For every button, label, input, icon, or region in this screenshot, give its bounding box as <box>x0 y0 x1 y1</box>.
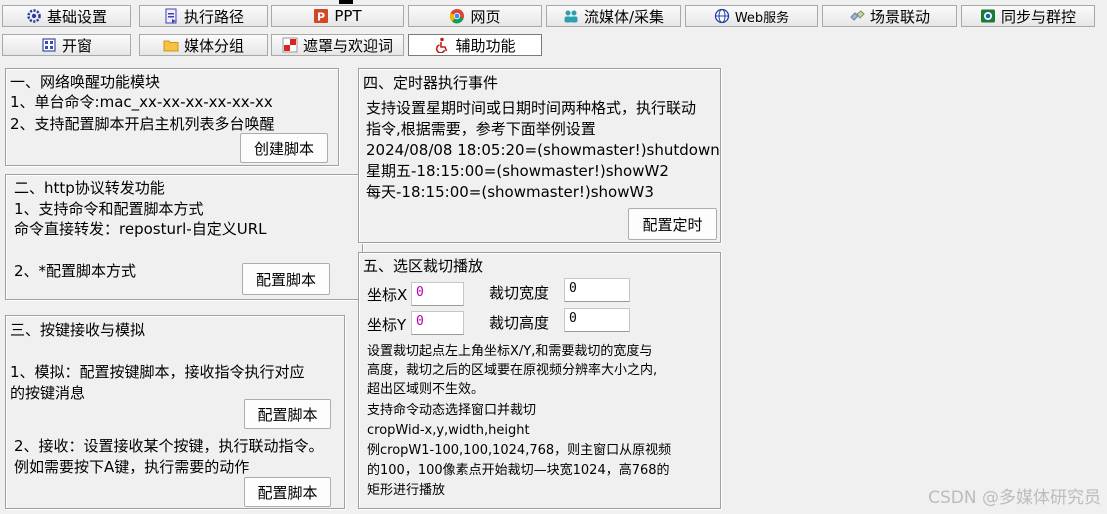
http-line-3: 2、*配置脚本方式 <box>14 262 137 280</box>
tab-exec-path[interactable]: 执行路径 <box>139 5 268 27</box>
tab-label: 媒体分组 <box>183 36 244 55</box>
svg-text:P: P <box>317 11 325 24</box>
tab-basic-settings[interactable]: 基础设置 <box>2 5 131 27</box>
http-config-script-button[interactable]: 配置脚本 <box>242 263 330 295</box>
scene-link-icon <box>849 8 865 24</box>
crop-desc-line: 例cropW1-100,100,1024,768，则主窗口从原视频 <box>367 443 672 458</box>
crop-height-input[interactable]: 0 <box>564 308 630 332</box>
crop-desc-line: 矩形进行播放 <box>367 483 446 498</box>
crop-title: 五、选区裁切播放 <box>363 257 484 275</box>
crop-y-label: 坐标Y <box>367 316 407 334</box>
tab-label: PPT <box>334 7 362 25</box>
watermark: CSDN @多媒体研究员 <box>928 488 1101 508</box>
create-script-button[interactable]: 创建脚本 <box>240 133 328 163</box>
streaming-people-icon <box>563 8 579 24</box>
tab-label: 同步与群控 <box>1000 7 1076 26</box>
timer-line-2: 指令,根据需要，参考下面举例设置 <box>366 120 596 138</box>
keys-sim-line-2: 的按键消息 <box>10 384 86 402</box>
tab-label: 基础设置 <box>46 7 107 26</box>
tab-label: 辅助功能 <box>455 36 516 55</box>
crop-desc-line: 超出区域则不生效。 <box>367 382 485 397</box>
crop-desc-line: cropWid-x,y,width,height <box>367 423 530 438</box>
wol-line-2: 2、支持配置脚本开启主机列表多台唤醒 <box>10 115 275 133</box>
config-timer-button[interactable]: 配置定时 <box>628 208 717 240</box>
tab-open-window[interactable]: 开窗 <box>2 34 131 56</box>
tab-scene-link[interactable]: 场景联动 <box>822 5 957 27</box>
timer-line-1: 支持设置星期时间或日期时间两种格式，执行联动 <box>366 99 697 117</box>
crop-desc-line: 设置裁切起点左上角坐标X/Y,和需要裁切的宽度与 <box>367 344 653 359</box>
keys-recv-line-1: 2、接收：设置接收某个按键，执行联动指令。 <box>14 437 324 455</box>
http-line-1: 1、支持命令和配置脚本方式 <box>14 200 204 218</box>
tab-auxiliary-functions[interactable]: 辅助功能 <box>408 34 542 56</box>
timer-example-2: 星期五-18:15:00=(showmaster!)showW2 <box>366 162 669 180</box>
keys-sim-config-button[interactable]: 配置脚本 <box>244 399 331 429</box>
crop-width-input[interactable]: 0 <box>564 278 630 302</box>
accessibility-icon <box>434 37 450 53</box>
wol-line-1: 1、单台命令:mac_xx-xx-xx-xx-xx-xx <box>10 93 273 111</box>
crop-height-label: 裁切高度 <box>489 314 550 332</box>
crop-width-label: 裁切宽度 <box>489 284 550 302</box>
http-title: 二、http协议转发功能 <box>14 179 165 197</box>
tab-ppt[interactable]: P PPT <box>271 5 404 27</box>
powerpoint-icon: P <box>313 8 329 24</box>
globe-icon <box>714 8 730 24</box>
timer-example-1: 2024/08/08 18:05:20=(showmaster!)shutdow… <box>366 141 720 159</box>
timer-example-3: 每天-18:15:00=(showmaster!)showW3 <box>366 183 654 201</box>
tab-label: 网页 <box>470 7 501 26</box>
cursor-artifact <box>339 0 353 4</box>
crop-x-input[interactable]: 0 <box>411 282 464 306</box>
tab-label: 场景联动 <box>869 7 930 26</box>
crop-desc-line: 支持命令动态选择窗口并裁切 <box>367 403 537 418</box>
tab-webpage[interactable]: 网页 <box>408 5 542 27</box>
tab-label: 开窗 <box>61 36 92 55</box>
document-path-icon <box>163 8 179 24</box>
tab-label: 遮罩与欢迎词 <box>302 36 393 55</box>
chrome-browser-icon <box>449 8 465 24</box>
tab-web-service[interactable]: Web服务 <box>685 5 818 27</box>
tab-label: 执行路径 <box>183 7 244 26</box>
crop-y-input[interactable]: 0 <box>411 311 464 335</box>
tab-label: Web服务 <box>734 10 790 26</box>
keys-recv-config-button[interactable]: 配置脚本 <box>244 477 331 507</box>
timer-title: 四、定时器执行事件 <box>363 74 499 92</box>
tab-sync-group-control[interactable]: 同步与群控 <box>961 5 1095 27</box>
tab-streaming-capture[interactable]: 流媒体/采集 <box>546 5 681 27</box>
keys-title: 三、按键接收与模拟 <box>10 321 146 339</box>
mask-icon <box>282 37 298 53</box>
crop-desc-line: 的100，100像素点开始裁切—块宽1024，高768的 <box>367 463 670 478</box>
wol-title: 一、网络唤醒功能模块 <box>10 73 161 91</box>
settings-gear-icon <box>26 8 42 24</box>
window-grid-icon <box>41 37 57 53</box>
folder-icon <box>163 37 179 53</box>
keys-recv-line-2: 例如需要按下A键，执行需要的动作 <box>14 458 250 476</box>
tab-media-group[interactable]: 媒体分组 <box>139 34 268 56</box>
crop-desc-line: 高度，裁切之后的区域要在原视频分辨率大小之内, <box>367 363 658 378</box>
crop-x-label: 坐标X <box>367 286 408 304</box>
tab-mask-welcome[interactable]: 遮罩与欢迎词 <box>271 34 404 56</box>
sync-screen-icon <box>980 8 996 24</box>
http-line-2: 命令直接转发：reposturl-自定义URL <box>14 220 267 238</box>
keys-sim-line-1: 1、模拟：配置按键脚本，接收指令执行对应 <box>10 363 305 381</box>
tab-label: 流媒体/采集 <box>583 7 665 26</box>
